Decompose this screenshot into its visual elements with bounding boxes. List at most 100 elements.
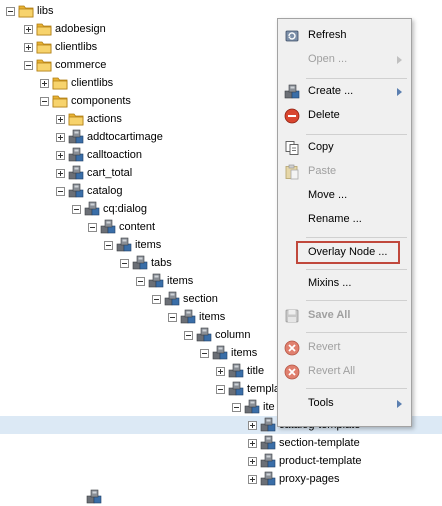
menu-item-tools[interactable]: Tools — [278, 393, 411, 415]
tree-node-label: actions — [87, 113, 122, 125]
component-icon — [164, 291, 180, 307]
component-icon — [68, 165, 84, 181]
expand-toggle[interactable] — [24, 24, 33, 34]
tree-node-items[interactable]: items — [168, 308, 225, 326]
collapse-toggle[interactable] — [200, 348, 209, 358]
tree-node-label: libs — [37, 5, 54, 17]
tree-node-section-template[interactable]: section-template — [248, 434, 360, 452]
tree-node-items[interactable]: items — [104, 236, 161, 254]
expand-toggle[interactable] — [248, 438, 257, 448]
collapse-toggle[interactable] — [88, 222, 97, 232]
tree-node-proxy-pages[interactable]: proxy-pages — [248, 470, 340, 488]
expand-toggle[interactable] — [56, 168, 65, 178]
menu-separator — [306, 300, 407, 301]
collapse-toggle[interactable] — [40, 96, 49, 106]
menu-item-refresh[interactable]: Refresh — [278, 25, 411, 47]
tree-node-cart-total[interactable]: cart_total — [56, 164, 132, 182]
menu-item-revert-all[interactable]: Revert All — [278, 361, 411, 383]
expand-toggle[interactable] — [56, 150, 65, 160]
revert-icon — [284, 340, 300, 356]
component-icon — [68, 183, 84, 199]
menu-item-paste[interactable]: Paste — [278, 161, 411, 183]
menu-item-move[interactable]: Move ... — [278, 185, 411, 207]
folder-icon — [36, 39, 52, 55]
collapse-toggle[interactable] — [136, 276, 145, 286]
menu-item-label: Paste — [308, 165, 337, 177]
collapse-toggle[interactable] — [72, 204, 81, 214]
paste-icon — [285, 164, 299, 180]
tree-node-commerce-clientlibs[interactable]: clientlibs — [40, 74, 113, 92]
save-icon — [285, 309, 299, 323]
tree-node-items[interactable]: items — [136, 272, 193, 290]
expand-toggle[interactable] — [40, 78, 49, 88]
menu-item-label: Save All — [308, 309, 351, 321]
tree-node-adobesign[interactable]: adobesign — [24, 20, 106, 38]
collapse-toggle[interactable] — [216, 384, 225, 394]
expand-toggle[interactable] — [56, 114, 65, 124]
tree-node-items[interactable]: ite — [232, 398, 275, 416]
tree-node-tabs[interactable]: tabs — [120, 254, 172, 272]
collapse-toggle[interactable] — [56, 186, 65, 196]
component-icon — [228, 381, 244, 397]
expand-toggle[interactable] — [24, 42, 33, 52]
folder-icon — [52, 93, 68, 109]
tree-node-cq-dialog[interactable]: cq:dialog — [72, 200, 147, 218]
tree-node-libs[interactable]: libs — [6, 2, 54, 20]
tree-node-product-template[interactable]: product-template — [248, 452, 362, 470]
menu-item-label: Revert All — [308, 365, 356, 377]
tree-node-label: title — [247, 365, 265, 377]
tree-node-partial — [86, 488, 105, 506]
tree-node-label: components — [71, 95, 131, 107]
expand-toggle[interactable] — [248, 420, 257, 430]
tree-node-catalog[interactable]: catalog — [56, 182, 122, 200]
collapse-toggle[interactable] — [6, 6, 15, 16]
menu-separator — [306, 78, 407, 79]
component-icon — [260, 471, 276, 487]
collapse-toggle[interactable] — [152, 294, 161, 304]
menu-item-revert[interactable]: Revert — [278, 337, 411, 359]
tree-node-label: items — [135, 239, 162, 251]
menu-item-label: Rename ... — [308, 213, 362, 225]
menu-item-open[interactable]: Open ... — [278, 49, 411, 71]
menu-separator — [306, 332, 407, 333]
tree-node-commerce[interactable]: commerce — [24, 56, 106, 74]
folder-icon — [68, 111, 84, 127]
tree-node-content[interactable]: content — [88, 218, 155, 236]
copy-icon — [285, 141, 299, 155]
expand-toggle[interactable] — [248, 456, 257, 466]
collapse-toggle[interactable] — [120, 258, 129, 268]
collapse-toggle[interactable] — [24, 60, 33, 70]
expand-toggle[interactable] — [248, 474, 257, 484]
tree-node-items[interactable]: items — [200, 344, 257, 362]
expand-toggle[interactable] — [216, 366, 225, 376]
collapse-toggle[interactable] — [184, 330, 193, 340]
component-icon — [100, 219, 116, 235]
expand-toggle[interactable] — [56, 132, 65, 142]
collapse-toggle[interactable] — [232, 402, 241, 412]
collapse-toggle[interactable] — [104, 240, 113, 250]
component-icon — [228, 363, 244, 379]
tree-node-label: calltoaction — [87, 149, 143, 161]
tree-node-label: templa — [247, 383, 281, 395]
tree-node-label: clientlibs — [71, 77, 114, 89]
tree-node-label: items — [231, 347, 258, 359]
tree-node-title[interactable]: title — [216, 362, 264, 380]
menu-item-delete[interactable]: Delete — [278, 105, 411, 127]
menu-item-copy[interactable]: Copy — [278, 137, 411, 159]
tree-node-template[interactable]: templa — [216, 380, 280, 398]
tree-node-actions[interactable]: actions — [56, 110, 122, 128]
overlay-node-highlight — [296, 241, 400, 264]
tree-node-components[interactable]: components — [40, 92, 131, 110]
menu-item-mixins[interactable]: Mixins ... — [278, 273, 411, 295]
tree-node-section[interactable]: section — [152, 290, 218, 308]
collapse-toggle[interactable] — [168, 312, 177, 322]
component-icon — [260, 453, 276, 469]
menu-item-create[interactable]: Create ... — [278, 81, 411, 103]
menu-item-rename[interactable]: Rename ... — [278, 209, 411, 231]
menu-item-save-all[interactable]: Save All — [278, 305, 411, 327]
tree-node-calltoaction[interactable]: calltoaction — [56, 146, 142, 164]
tree-node-addtocartimage[interactable]: addtocartimage — [56, 128, 163, 146]
submenu-arrow-icon — [397, 88, 402, 96]
tree-node-clientlibs[interactable]: clientlibs — [24, 38, 97, 56]
tree-node-column[interactable]: column — [184, 326, 250, 344]
